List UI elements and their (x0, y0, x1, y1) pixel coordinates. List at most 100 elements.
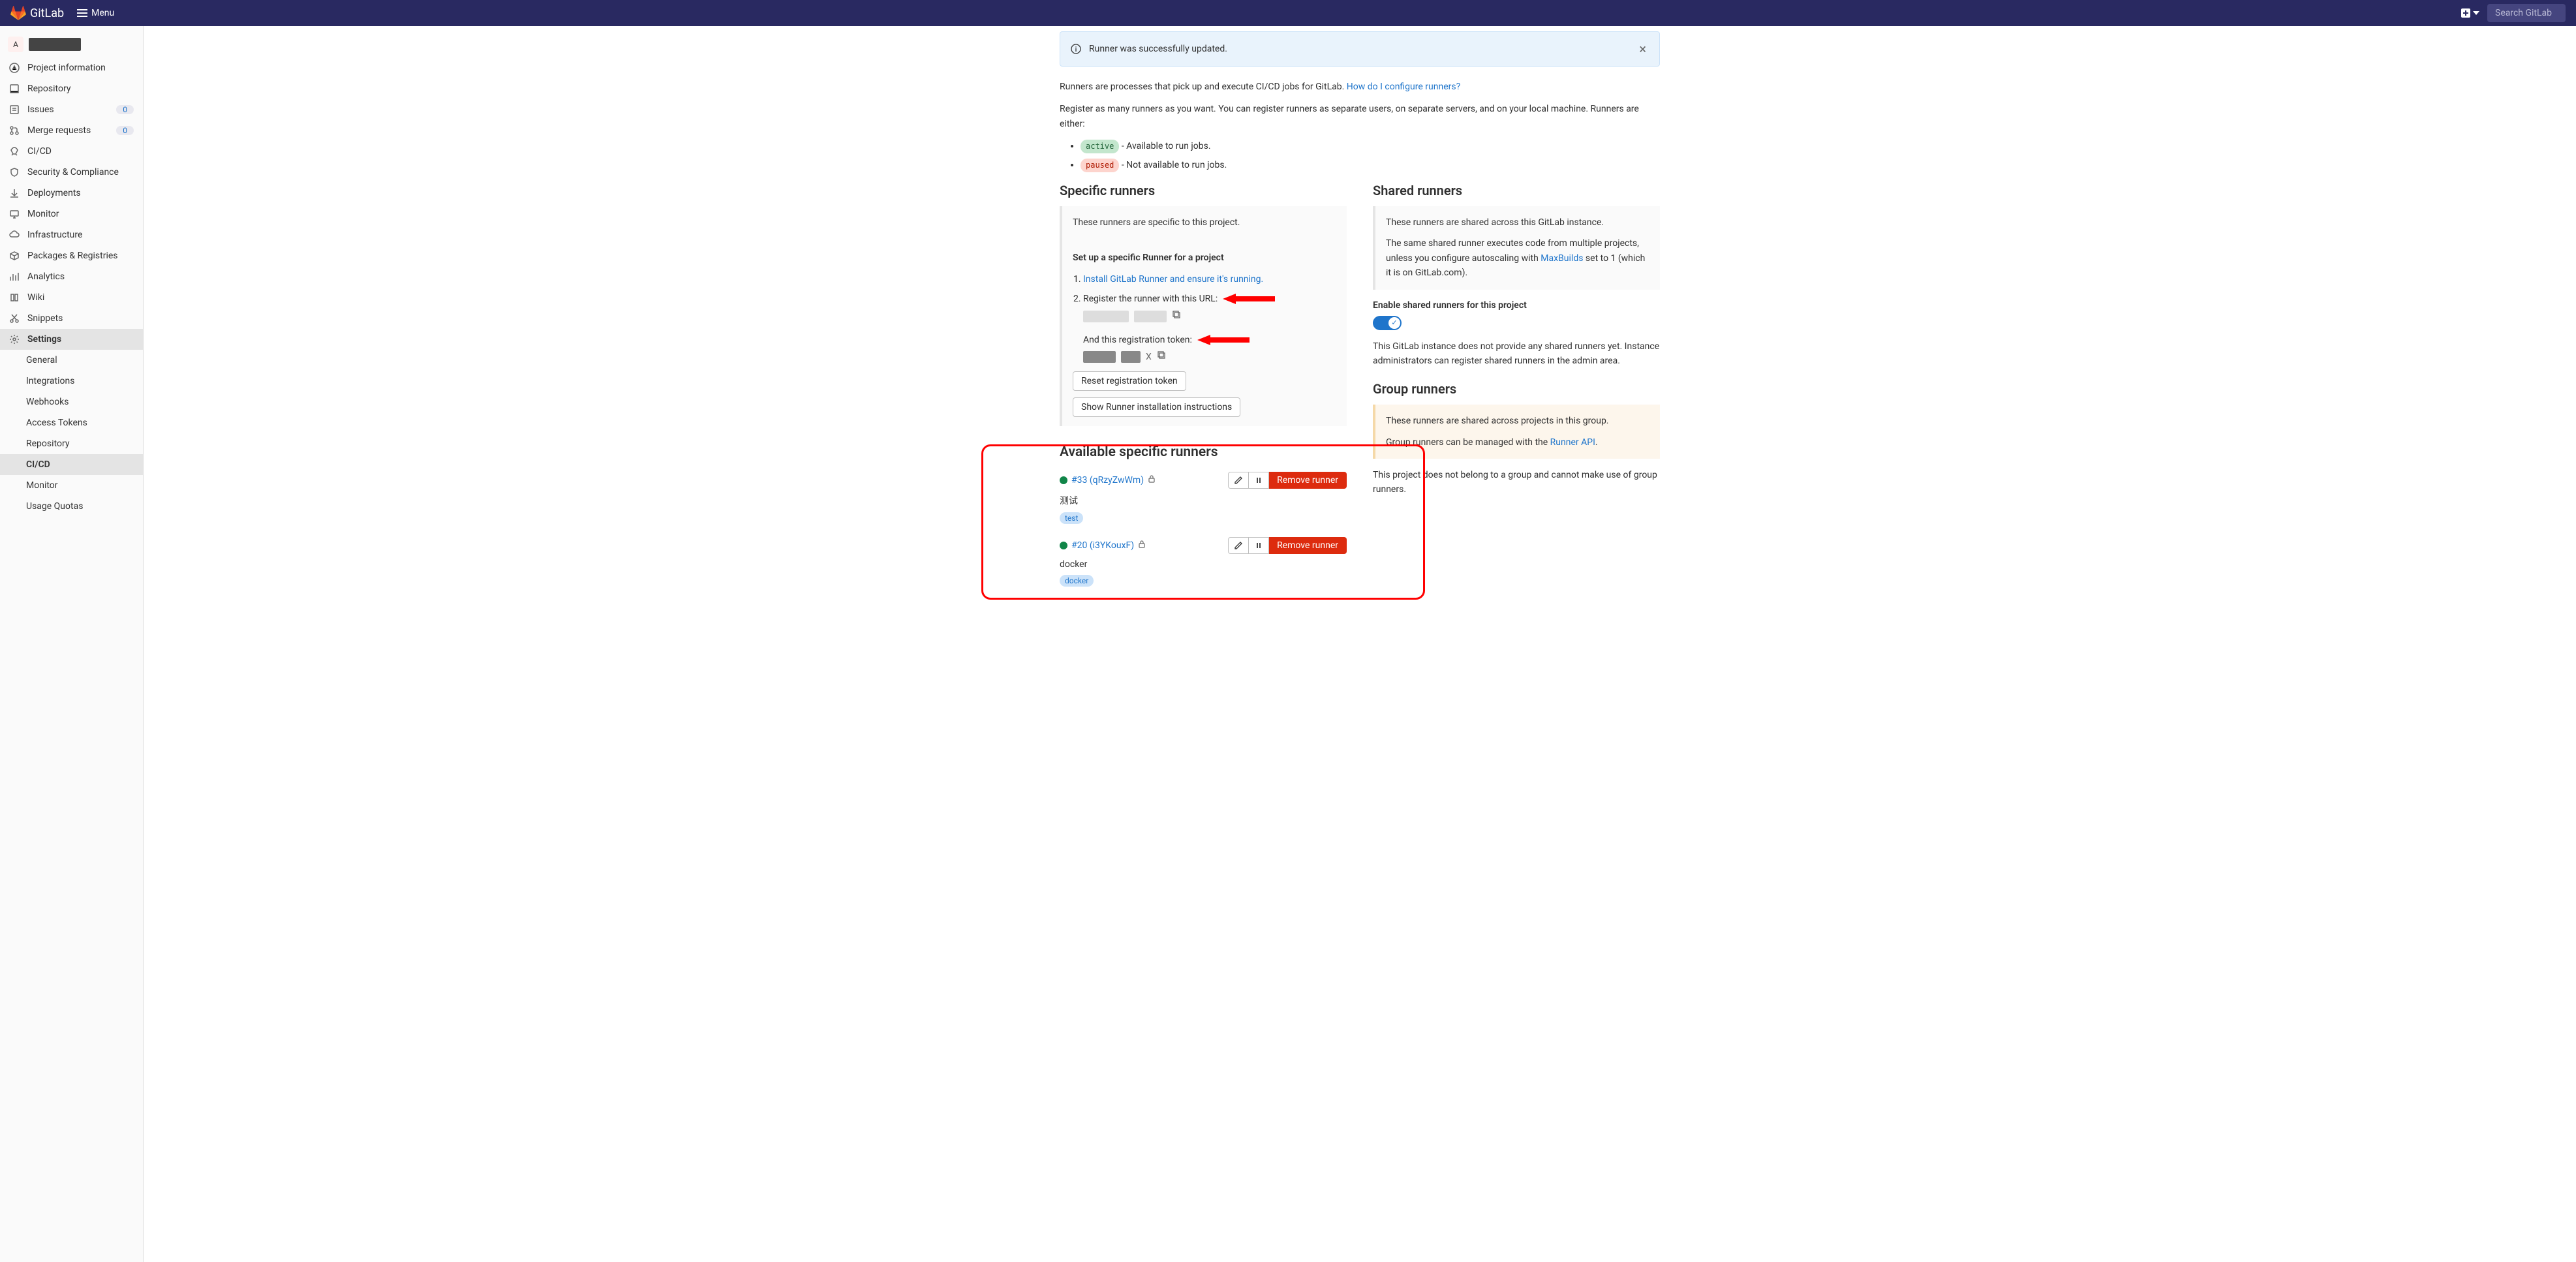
sidebar-item-project-info[interactable]: Project information (0, 57, 143, 78)
remove-runner-button[interactable]: Remove runner (1269, 472, 1347, 489)
toggle-knob-checkmark-icon: ✓ (1388, 317, 1400, 329)
shared-runners-toggle[interactable]: ✓ (1373, 316, 1402, 330)
url-redacted-2 (1134, 311, 1167, 322)
sidebar-item-merge-requests[interactable]: Merge requests0 (0, 120, 143, 141)
alert-text: Runner was successfully updated. (1089, 44, 1227, 54)
gitlab-logo-icon (10, 5, 26, 21)
cloud-icon (9, 230, 20, 240)
sidebar-item-packages[interactable]: Packages & Registries (0, 245, 143, 266)
brand-text: GitLab (30, 7, 64, 20)
runner-status-dot (1060, 476, 1067, 484)
pause-runner-button[interactable] (1249, 472, 1269, 489)
package-icon (9, 251, 20, 261)
shared-toggle-label: Enable shared runners for this project (1373, 300, 1660, 311)
runner-api-link[interactable]: Runner API (1550, 437, 1595, 448)
copy-token-button[interactable] (1157, 350, 1166, 364)
deploy-icon (9, 188, 20, 198)
register-token-text: And this registration token: (1083, 333, 1192, 347)
sidebar-sub-repository[interactable]: Repository (0, 433, 143, 454)
intro-para-2: Register as many runners as you want. Yo… (1060, 102, 1660, 131)
token-redacted-2 (1121, 351, 1141, 363)
edit-runner-button[interactable] (1228, 537, 1249, 554)
menu-label: Menu (91, 8, 114, 18)
no-shared-text: This GitLab instance does not provide an… (1373, 339, 1660, 369)
sidebar-sub-webhooks[interactable]: Webhooks (0, 392, 143, 412)
wiki-icon (9, 292, 20, 303)
install-runner-link[interactable]: Install GitLab Runner and ensure it's ru… (1083, 274, 1263, 285)
sidebar-sub-integrations[interactable]: Integrations (0, 371, 143, 392)
sidebar-item-cicd[interactable]: CI/CD (0, 141, 143, 162)
url-redacted-1 (1083, 311, 1129, 322)
sidebar-item-settings[interactable]: Settings (0, 329, 143, 350)
shared-runners-title: Shared runners (1373, 183, 1660, 198)
sidebar-sub-usage-quotas[interactable]: Usage Quotas (0, 496, 143, 517)
sidebar-item-deployments[interactable]: Deployments (0, 183, 143, 204)
new-dropdown[interactable] (2461, 8, 2479, 18)
main-content: Runner was successfully updated. × Runne… (144, 26, 2576, 1262)
issues-icon (9, 104, 20, 115)
runner-tag: test (1060, 512, 1083, 524)
show-instructions-button[interactable]: Show Runner installation instructions (1073, 397, 1240, 417)
sidebar-item-snippets[interactable]: Snippets (0, 308, 143, 329)
top-navbar: GitLab Menu Search GitLab (0, 0, 2576, 26)
runner-status-dot (1060, 542, 1067, 549)
sidebar-item-analytics[interactable]: Analytics (0, 266, 143, 287)
runner-link[interactable]: #20 (i3YKouxF) (1071, 540, 1134, 551)
pause-runner-button[interactable] (1249, 537, 1269, 554)
shared-panel-p2: The same shared runner executes code fro… (1386, 236, 1649, 280)
maxbuilds-link[interactable]: MaxBuilds (1541, 253, 1583, 264)
project-name-redacted (29, 38, 81, 51)
search-input[interactable]: Search GitLab (2487, 4, 2566, 22)
gitlab-logo[interactable]: GitLab (10, 5, 64, 21)
runner-link[interactable]: #33 (qRzyZwWm) (1071, 475, 1144, 485)
lock-icon (1148, 475, 1156, 485)
sidebar-item-repository[interactable]: Repository (0, 78, 143, 99)
runner-tag: docker (1060, 575, 1094, 587)
sidebar-sub-cicd[interactable]: CI/CD (0, 454, 143, 475)
sidebar-sub-access-tokens[interactable]: Access Tokens (0, 412, 143, 433)
sidebar-item-monitor[interactable]: Monitor (0, 204, 143, 224)
runner-item-2: #20 (i3YKouxF) Remove runner docker dock… (1060, 537, 1347, 587)
specific-runners-title: Specific runners (1060, 183, 1347, 198)
gear-icon (9, 334, 20, 345)
group-runners-panel: These runners are shared across projects… (1373, 405, 1660, 459)
sidebar-sub-monitor[interactable]: Monitor (0, 475, 143, 496)
hamburger-icon (77, 9, 87, 17)
sidebar-item-issues[interactable]: Issues0 (0, 99, 143, 120)
token-redacted-1 (1083, 351, 1116, 363)
sidebar-item-security[interactable]: Security & Compliance (0, 162, 143, 183)
intro-para-1: Runners are processes that pick up and e… (1060, 80, 1660, 94)
project-avatar: A (8, 37, 23, 52)
alert-close-button[interactable]: × (1636, 41, 1649, 57)
chevron-down-icon (2473, 11, 2479, 15)
snippets-icon (9, 313, 20, 324)
available-runners-title: Available specific runners (1060, 444, 1347, 460)
rocket-icon (9, 146, 20, 157)
sidebar-item-infrastructure[interactable]: Infrastructure (0, 224, 143, 245)
lock-icon (1138, 540, 1146, 551)
merge-icon (9, 125, 20, 136)
shield-icon (9, 167, 20, 177)
success-alert: Runner was successfully updated. × (1060, 31, 1660, 67)
edit-runner-button[interactable] (1228, 472, 1249, 489)
info-icon (9, 63, 20, 73)
specific-intro: These runners are specific to this proje… (1073, 215, 1336, 230)
group-panel-p2: Group runners can be managed with the Ru… (1386, 435, 1649, 450)
runner-description: 测试 (1060, 494, 1347, 507)
sidebar: A Project information Repository Issues0… (0, 26, 144, 1262)
project-header[interactable]: A (0, 31, 143, 57)
group-panel-p1: These runners are shared across projects… (1386, 414, 1649, 428)
shared-panel-p1: These runners are shared across this Git… (1386, 215, 1649, 230)
shared-runners-panel: These runners are shared across this Git… (1373, 206, 1660, 290)
menu-button[interactable]: Menu (72, 5, 119, 21)
token-x: X (1146, 350, 1152, 364)
remove-runner-button[interactable]: Remove runner (1269, 537, 1347, 554)
sidebar-item-wiki[interactable]: Wiki (0, 287, 143, 308)
configure-runners-link[interactable]: How do I configure runners? (1347, 82, 1460, 92)
info-icon (1071, 44, 1081, 54)
reset-token-button[interactable]: Reset registration token (1073, 371, 1186, 391)
analytics-icon (9, 271, 20, 282)
runner-item-1: #33 (qRzyZwWm) Remove runner 测试 test (1060, 472, 1347, 524)
copy-url-button[interactable] (1172, 309, 1181, 324)
sidebar-sub-general[interactable]: General (0, 350, 143, 371)
